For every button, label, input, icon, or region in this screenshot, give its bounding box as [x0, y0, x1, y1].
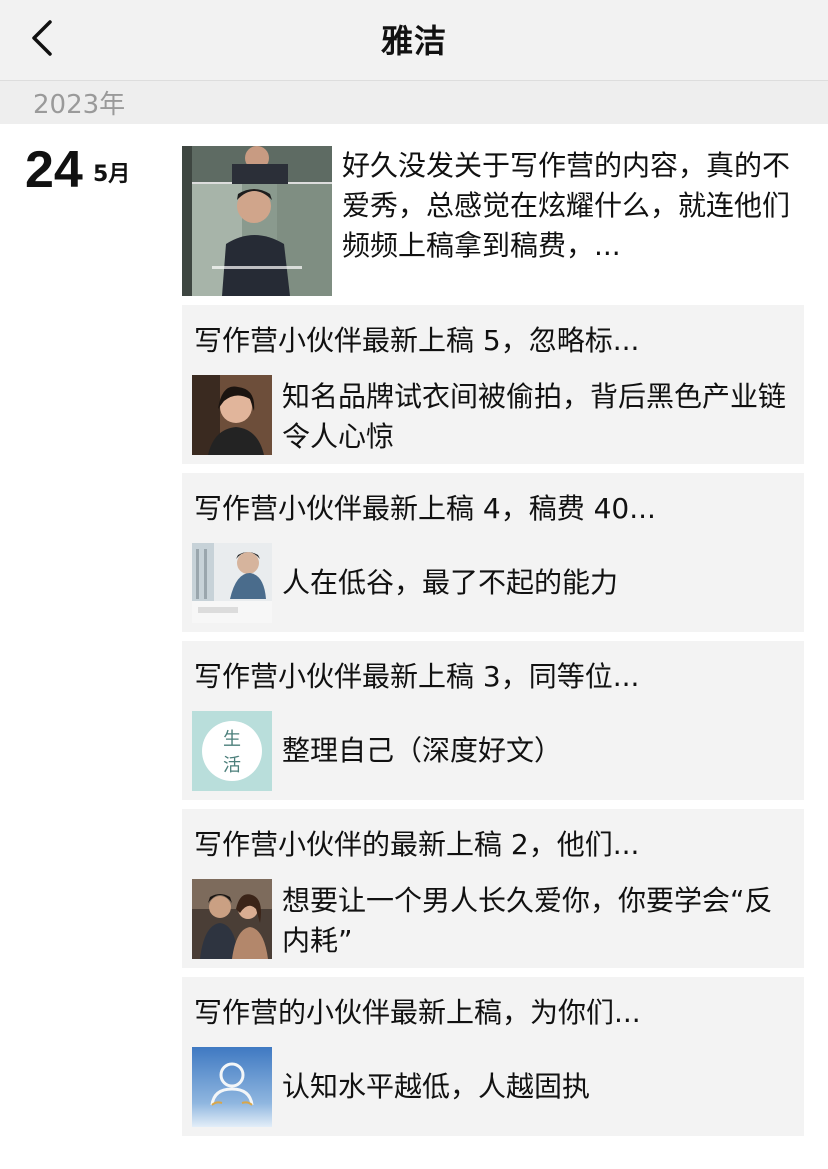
card-title: 写作营的小伙伴最新上稿，为你们... [194, 996, 641, 1029]
card-title: 写作营小伙伴最新上稿 5，忽略标... [194, 324, 640, 357]
article-title-link[interactable]: 知名品牌试衣间被偷拍，背后黑色产业链令人心惊 [282, 377, 792, 457]
shared-article-card[interactable]: 写作营小伙伴最新上稿 5，忽略标... 知名品牌试衣间被偷拍，背后黑色产业链令人… [182, 305, 804, 464]
post-text: 好久没发关于写作营的内容，真的不爱秀，总感觉在炫耀什么，就连他们频频上稿拿到稿费… [342, 149, 791, 262]
article-thumbnail [192, 375, 272, 455]
year-separator: 2023年 [0, 81, 828, 124]
thumb-char-1: 生 [223, 729, 241, 750]
article-title-link[interactable]: 人在低谷，最了不起的能力 [282, 563, 792, 603]
date-month: 5月 [93, 162, 131, 187]
moment-post[interactable]: 好久没发关于写作营的内容，真的不爱秀，总感觉在炫耀什么，就连他们频频上稿拿到稿费… [182, 146, 812, 296]
article-title-link[interactable]: 整理自己（深度好文） [282, 731, 792, 771]
article-title-link[interactable]: 想要让一个男人长久爱你，你要学会“反内耗” [282, 881, 792, 961]
shared-article-card[interactable]: 写作营的小伙伴最新上稿，为你们... 认知水平越低，人越固执 [182, 977, 804, 1136]
shared-article-card[interactable]: 写作营小伙伴最新上稿 4，稿费 40... 人在低谷，最了不起的能力 [182, 473, 804, 632]
article-thumbnail: 生 活 [192, 711, 272, 791]
card-title: 写作营小伙伴的最新上稿 2，他们... [194, 828, 640, 861]
thumb-char-2: 活 [223, 755, 241, 776]
shared-article-card[interactable]: 写作营小伙伴最新上稿 3，同等位... 生 活 整理自己（深度好文） [182, 641, 804, 800]
card-title: 写作营小伙伴最新上稿 4，稿费 40... [194, 492, 656, 525]
nav-bar: 雅洁 [0, 0, 828, 81]
card-title: 写作营小伙伴最新上稿 3，同等位... [194, 660, 640, 693]
page-title: 雅洁 [380, 22, 447, 60]
article-title-link[interactable]: 认知水平越低，人越固执 [282, 1067, 792, 1107]
shared-article-card[interactable]: 写作营小伙伴的最新上稿 2，他们... 想要让一个男人长久爱你，你要学会“反内耗… [182, 809, 804, 968]
date-day: 24 [25, 141, 83, 199]
post-photo[interactable] [182, 146, 332, 296]
article-thumbnail [192, 543, 272, 623]
year-label: 2023年 [33, 90, 126, 120]
article-thumbnail [192, 879, 272, 959]
article-thumbnail [192, 1047, 272, 1127]
